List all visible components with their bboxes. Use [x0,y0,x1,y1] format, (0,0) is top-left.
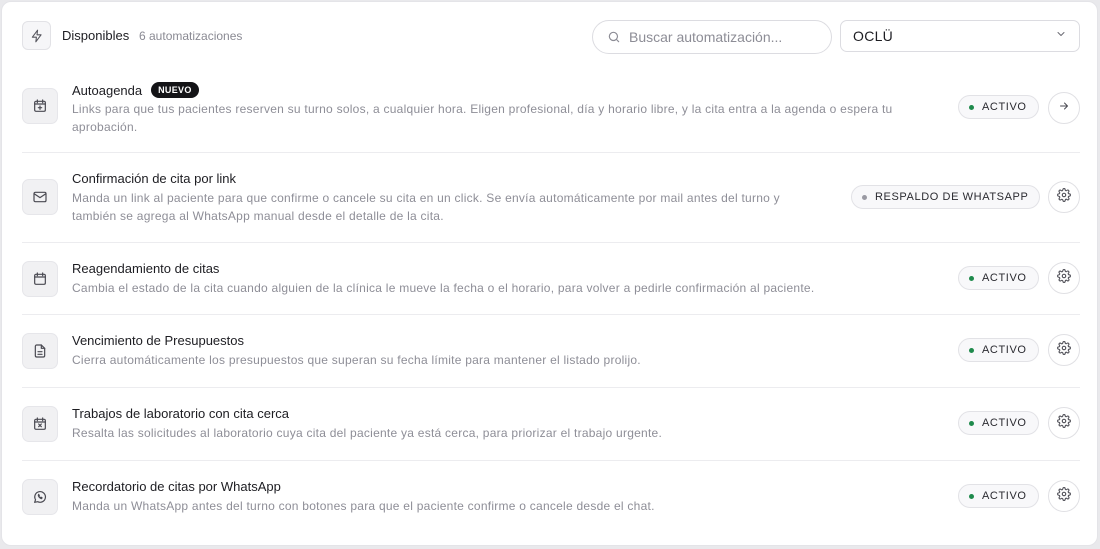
search-icon [607,30,621,44]
automation-name: Confirmación de cita por link [72,171,236,186]
status-dot [969,420,974,426]
status-badge: ACTIVO [958,484,1039,508]
section-title: Disponibles [62,28,130,43]
automation-title: Reagendamiento de citas [72,261,220,276]
status-label: ACTIVO [982,101,1027,113]
automation-title: Vencimiento de Presupuestos [72,333,244,348]
status-label: ACTIVO [982,417,1027,429]
bolt-icon [22,21,51,50]
new-badge: NUEVO [151,82,199,98]
status-label: ACTIVO [982,490,1027,502]
status-label: ACTIVO [982,272,1027,284]
status-badge: ACTIVO [958,338,1039,362]
status-label: ACTIVO [982,344,1027,356]
automation-title: Confirmación de cita por link [72,171,237,186]
automation-name: Recordatorio de citas por WhatsApp [72,479,281,494]
gear-icon [1057,187,1071,207]
description-line: aprobación. [72,119,138,134]
automation-title: Recordatorio de citas por WhatsApp [72,479,281,494]
settings-button[interactable] [1048,334,1080,366]
automation-description: Cambia el estado de la cita cuando algui… [72,280,814,298]
settings-button[interactable] [1048,262,1080,294]
gear-icon [1057,340,1071,360]
status-badge: ACTIVO [958,411,1039,435]
automation-description: Links para que tus pacientes reserven su… [72,101,892,136]
description-line: Manda un WhatsApp antes del turno con bo… [72,499,655,513]
automations-panel: Disponibles 6 automatizaciones OCLÜ Auto… [1,1,1098,546]
gear-icon [1057,486,1071,506]
status-dot [969,104,974,110]
description-line: Resalta las solicitudes al laboratorio c… [72,426,663,440]
automation-row: Confirmación de cita por link Manda un l… [22,153,1080,243]
calendar-x-icon [22,406,58,442]
automation-name: Autoagenda NUEVO [72,82,199,98]
status-badge: RESPALDO DE WHATSAPP [851,185,1041,209]
panel-header: Disponibles 6 automatizaciones OCLÜ [22,20,1080,54]
automation-row: Autoagenda NUEVO Links para que tus paci… [22,68,1080,153]
status-dot [969,347,974,353]
whatsapp-icon [22,479,58,515]
automation-title: Autoagenda [72,82,143,98]
automation-row: Recordatorio de citas por WhatsApp Manda… [22,461,1080,533]
status-dot [969,493,974,499]
description-line: Links para que tus pacientes reserven su… [72,102,893,116]
automation-row: Reagendamiento de citas Cambia el estado… [22,243,1080,315]
calendar-plus-icon [22,88,58,124]
status-badge: ACTIVO [958,95,1039,119]
chevron-down-icon [1055,27,1067,45]
search-box[interactable] [592,20,832,54]
settings-button[interactable] [1048,480,1080,512]
settings-button[interactable] [1048,407,1080,439]
description-line: Cambia el estado de la cita cuando algui… [72,281,815,295]
status-label: RESPALDO DE WHATSAPP [875,191,1029,203]
automation-description: Manda un WhatsApp antes del turno con bo… [72,498,655,516]
clinic-select[interactable]: OCLÜ [840,20,1080,52]
automation-title: Trabajos de laboratorio con cita cerca [72,406,290,421]
automation-list: Autoagenda NUEVO Links para que tus paci… [22,68,1080,533]
automation-row: Trabajos de laboratorio con cita cerca R… [22,388,1080,461]
automation-name: Trabajos de laboratorio con cita cerca [72,406,289,421]
search-input[interactable] [629,29,824,45]
automation-row: Vencimiento de Presupuestos Cierra autom… [22,315,1080,388]
automation-name: Reagendamiento de citas [72,261,219,276]
automation-count: 6 automatizaciones [139,29,243,43]
automation-description: Cierra automáticamente los presupuestos … [72,352,641,370]
settings-button[interactable] [1048,181,1080,213]
arrow-right-icon [1058,99,1070,117]
calendar-icon [22,261,58,297]
gear-icon [1057,413,1071,433]
automation-description: Manda un link al paciente para que confi… [72,190,780,225]
document-icon [22,333,58,369]
automation-description: Resalta las solicitudes al laboratorio c… [72,425,662,443]
description-line: Cierra automáticamente los presupuestos … [72,353,641,367]
description-line: Manda un link al paciente para que confi… [72,191,780,205]
clinic-select-value: OCLÜ [853,28,894,44]
automation-name: Vencimiento de Presupuestos [72,333,244,348]
mail-icon [22,179,58,215]
open-automation-button[interactable] [1048,92,1080,124]
status-badge: ACTIVO [958,266,1039,290]
gear-icon [1057,268,1071,288]
status-dot [862,194,867,200]
description-line: también se agrega al WhatsApp manual des… [72,208,444,223]
status-dot [969,275,974,281]
